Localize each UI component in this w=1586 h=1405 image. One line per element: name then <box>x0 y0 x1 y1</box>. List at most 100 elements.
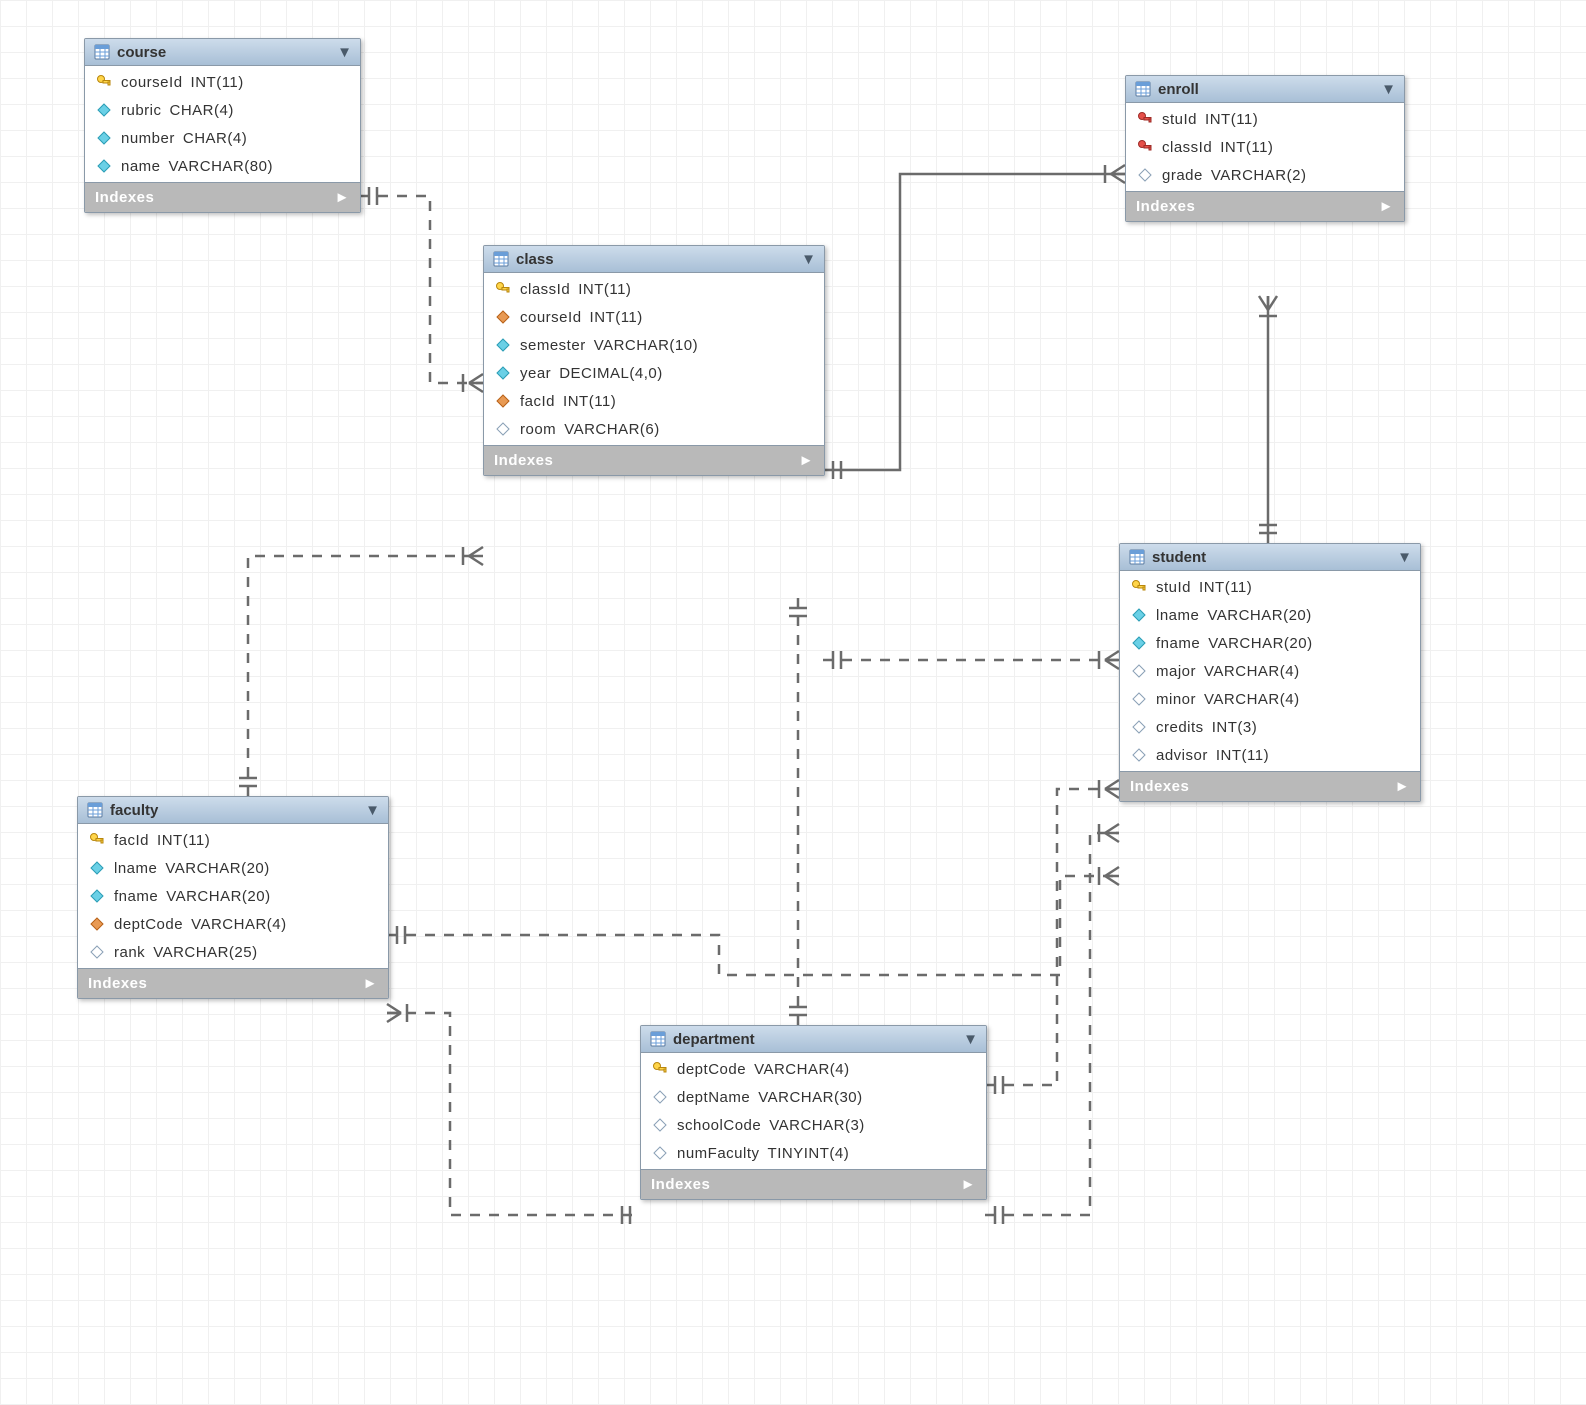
column-type: VARCHAR(6) <box>564 421 660 438</box>
column-row[interactable]: credits INT(3) <box>1120 713 1420 741</box>
column-row[interactable]: room VARCHAR(6) <box>484 415 824 443</box>
entity-title: department <box>673 1031 755 1048</box>
column-row[interactable]: classId INT(11) <box>1126 133 1404 161</box>
column-row[interactable]: facId INT(11) <box>484 387 824 415</box>
entity-faculty[interactable]: faculty▼facId INT(11)lname VARCHAR(20)fn… <box>77 796 389 999</box>
expand-indexes-icon[interactable]: ► <box>363 975 378 992</box>
expand-indexes-icon[interactable]: ► <box>1379 198 1394 215</box>
column-type: DECIMAL(4,0) <box>559 365 663 382</box>
entity-class[interactable]: class▼classId INT(11)courseId INT(11)sem… <box>483 245 825 476</box>
entity-header[interactable]: enroll▼ <box>1126 76 1404 103</box>
column-name: minor <box>1156 691 1196 708</box>
collapse-toggle-icon[interactable]: ▼ <box>963 1031 978 1048</box>
table-icon <box>86 801 104 819</box>
column-type: VARCHAR(4) <box>191 916 287 933</box>
column-name: deptCode <box>114 916 183 933</box>
column-name: courseId <box>520 309 582 326</box>
column-row[interactable]: classId INT(11) <box>484 275 824 303</box>
primary-key-icon <box>494 280 512 298</box>
column-row[interactable]: rank VARCHAR(25) <box>78 938 388 966</box>
indexes-label: Indexes <box>494 452 553 469</box>
column-name: name <box>121 158 161 175</box>
entity-student[interactable]: student ▼ stuId INT(11)lname VARCHAR(20)fn… <box>1119 543 1421 802</box>
primary-key-icon <box>95 73 113 91</box>
column-type: INT(11) <box>1216 747 1269 764</box>
column-row[interactable]: fname VARCHAR(20) <box>78 882 388 910</box>
column-row[interactable]: deptCode VARCHAR(4) <box>641 1055 986 1083</box>
collapse-toggle-icon[interactable]: ▼ <box>337 44 352 61</box>
column-row[interactable]: courseId INT(11) <box>484 303 824 331</box>
column-row[interactable]: numFaculty TINYINT(4) <box>641 1139 986 1167</box>
column-row[interactable]: year DECIMAL(4,0) <box>484 359 824 387</box>
column-row[interactable]: lname VARCHAR(20) <box>1120 601 1420 629</box>
relationship-line <box>823 174 1125 470</box>
entity-header[interactable]: department ▼ <box>641 1026 986 1053</box>
indexes-section[interactable]: Indexes ► <box>1126 191 1404 221</box>
nullable-column-icon <box>1136 166 1154 184</box>
column-name: facId <box>114 832 149 849</box>
expand-indexes-icon[interactable]: ► <box>335 189 350 206</box>
collapse-toggle-icon[interactable]: ▼ <box>365 802 380 819</box>
entity-header[interactable]: course▼ <box>85 39 360 66</box>
expand-indexes-icon[interactable]: ► <box>799 452 814 469</box>
collapse-toggle-icon[interactable]: ▼ <box>1397 549 1412 566</box>
foreign-key-pk-icon <box>1136 110 1154 128</box>
column-row[interactable]: number CHAR(4) <box>85 124 360 152</box>
relationship-line <box>387 1013 640 1215</box>
collapse-toggle-icon[interactable]: ▼ <box>1381 81 1396 98</box>
column-row[interactable]: schoolCode VARCHAR(3) <box>641 1111 986 1139</box>
nullable-column-icon <box>651 1088 669 1106</box>
column-row[interactable]: facId INT(11) <box>78 826 388 854</box>
nullable-column-icon <box>494 420 512 438</box>
column-icon <box>494 336 512 354</box>
column-type: VARCHAR(3) <box>769 1117 865 1134</box>
entity-title: student <box>1152 549 1206 566</box>
indexes-section[interactable]: Indexes► <box>1120 771 1420 801</box>
column-row[interactable]: advisor INT(11) <box>1120 741 1420 769</box>
column-name: number <box>121 130 175 147</box>
column-name: stuId <box>1162 111 1197 128</box>
expand-indexes-icon[interactable]: ► <box>961 1176 976 1193</box>
entity-course[interactable]: course▼courseId INT(11)rubric CHAR(4)num… <box>84 38 361 213</box>
column-type: VARCHAR(80) <box>169 158 273 175</box>
column-row[interactable]: name VARCHAR(80) <box>85 152 360 180</box>
entity-header[interactable]: class▼ <box>484 246 824 273</box>
column-row[interactable]: stuId INT(11) <box>1126 105 1404 133</box>
entity-enroll[interactable]: enroll▼stuId INT(11)classId INT(11)grade… <box>1125 75 1405 222</box>
indexes-section[interactable]: Indexes► <box>85 182 360 212</box>
entity-columns: stuId INT(11)lname VARCHAR(20)fname VARC… <box>1120 571 1420 771</box>
indexes-section[interactable]: Indexes► <box>78 968 388 998</box>
primary-key-icon <box>88 831 106 849</box>
column-row[interactable]: semester VARCHAR(10) <box>484 331 824 359</box>
column-name: fname <box>114 888 158 905</box>
column-row[interactable]: grade VARCHAR(2) <box>1126 161 1404 189</box>
column-row[interactable]: deptName VARCHAR(30) <box>641 1083 986 1111</box>
expand-indexes-icon[interactable]: ► <box>1395 778 1410 795</box>
indexes-section[interactable]: Indexes ► <box>484 445 824 475</box>
relationship-line <box>359 196 483 383</box>
column-row[interactable]: rubric CHAR(4) <box>85 96 360 124</box>
column-name: lname <box>114 860 157 877</box>
foreign-key-icon <box>494 392 512 410</box>
column-row[interactable]: stuId INT(11) <box>1120 573 1420 601</box>
column-type: VARCHAR(10) <box>594 337 698 354</box>
column-row[interactable]: deptCode VARCHAR(4) <box>78 910 388 938</box>
indexes-label: Indexes <box>1136 198 1195 215</box>
column-row[interactable]: major VARCHAR(4) <box>1120 657 1420 685</box>
column-row[interactable]: courseId INT(11) <box>85 68 360 96</box>
foreign-key-icon <box>88 915 106 933</box>
column-row[interactable]: lname VARCHAR(20) <box>78 854 388 882</box>
column-row[interactable]: minor VARCHAR(4) <box>1120 685 1420 713</box>
collapse-toggle-icon[interactable]: ▼ <box>801 251 816 268</box>
entity-department[interactable]: department ▼ deptCode VARCHAR(4)deptName V… <box>640 1025 987 1200</box>
primary-key-icon <box>1130 578 1148 596</box>
entity-header[interactable]: faculty▼ <box>78 797 388 824</box>
column-row[interactable]: fname VARCHAR(20) <box>1120 629 1420 657</box>
indexes-section[interactable]: Indexes► <box>641 1169 986 1199</box>
nullable-column-icon <box>88 943 106 961</box>
entity-header[interactable]: student ▼ <box>1120 544 1420 571</box>
column-icon <box>1130 606 1148 624</box>
column-type: VARCHAR(4) <box>754 1061 850 1078</box>
column-type: VARCHAR(30) <box>758 1089 862 1106</box>
column-name: facId <box>520 393 555 410</box>
